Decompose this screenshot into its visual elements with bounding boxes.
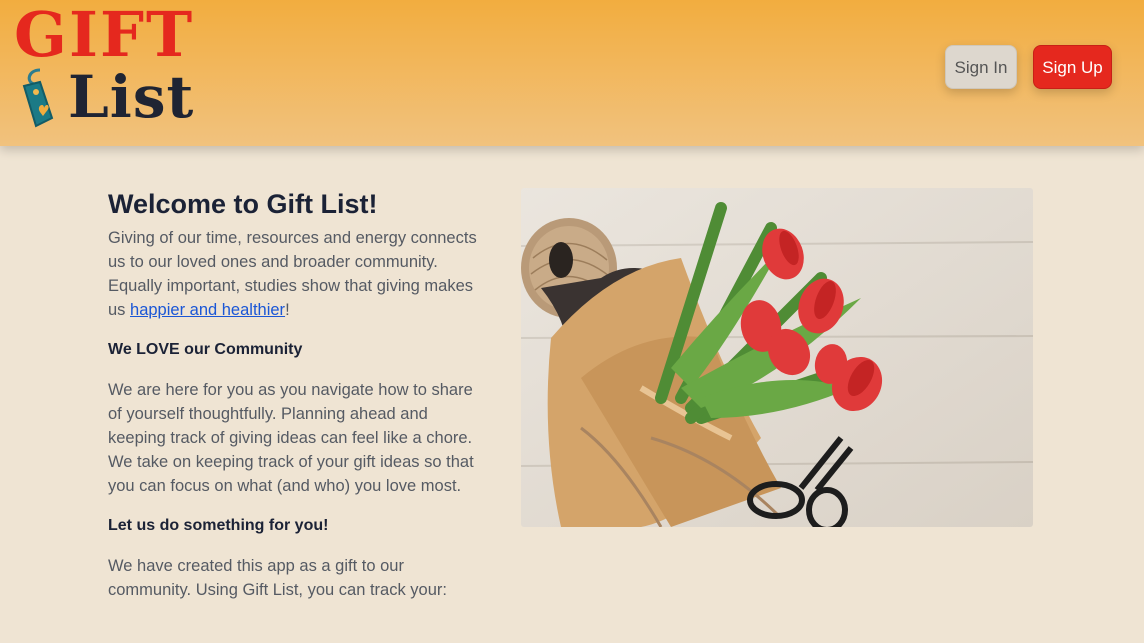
intro-end: ! [285, 301, 290, 319]
community-heading: We LOVE our Community [108, 341, 303, 358]
gift-list-logo[interactable]: GIFT List [14, 4, 204, 132]
intro-paragraph: Giving of our time, resources and energy… [108, 226, 488, 322]
page-title: Welcome to Gift List! [108, 189, 378, 219]
header-bar: GIFT List Sign In Sign Up [0, 0, 1144, 146]
logo-gift-text: GIFT [14, 0, 195, 71]
gift-tag-icon [22, 68, 54, 128]
help-heading: Let us do something for you! [108, 517, 329, 534]
logo-list-text: List [68, 63, 195, 131]
help-paragraph: We have created this app as a gift to ou… [108, 557, 447, 599]
sign-up-button[interactable]: Sign Up [1033, 45, 1112, 89]
welcome-section: Welcome to Gift List! Giving of our time… [108, 186, 488, 618]
happier-healthier-link[interactable]: happier and healthier [130, 301, 285, 319]
tulip-bouquet-image [521, 188, 1033, 527]
tulip-bouquet-illustration [521, 188, 1033, 527]
community-paragraph: We are here for you as you navigate how … [108, 381, 474, 495]
sign-in-button[interactable]: Sign In [945, 45, 1017, 89]
